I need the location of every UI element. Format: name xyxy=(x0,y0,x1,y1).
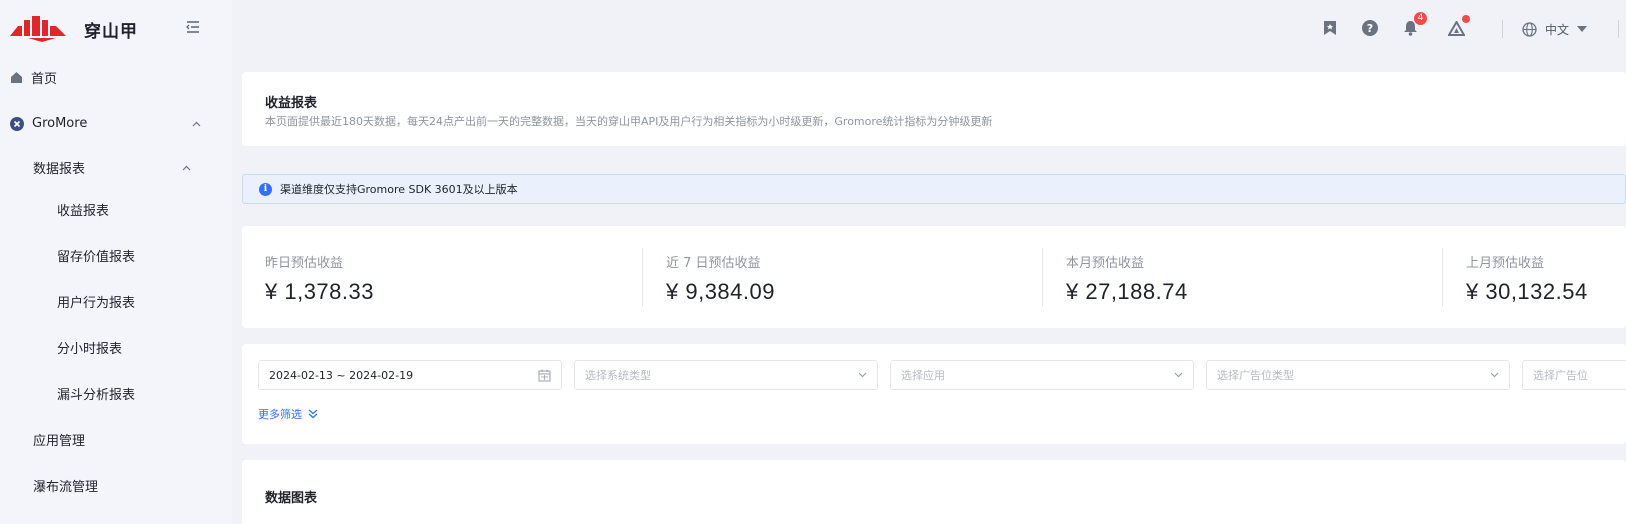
stat-divider xyxy=(1042,248,1043,306)
chart-section-card: 数据图表 xyxy=(242,460,1626,524)
sidebar-item-label: 收益报表 xyxy=(57,204,110,219)
svg-text:?: ? xyxy=(1367,22,1373,35)
stat-last-month: 上月预估收益 ¥ 30,132.54 xyxy=(1466,252,1588,305)
app-select[interactable] xyxy=(890,360,1194,390)
help-button[interactable]: ? xyxy=(1360,18,1380,38)
more-filters-label: 更多筛选 xyxy=(258,408,302,421)
stat-this-month: 本月预估收益 ¥ 27,188.74 xyxy=(1066,252,1188,305)
chart-section-title: 数据图表 xyxy=(265,491,318,506)
stat-value: ¥ 27,188.74 xyxy=(1066,279,1188,304)
bookmark-button[interactable] xyxy=(1320,18,1340,38)
sidebar-item-waterfall-management[interactable]: 瀑布流管理 xyxy=(33,476,98,495)
sidebar: 穿山甲 首页 GroMore 数据报表 收益报表 留存价值报表 用户行为报表 分… xyxy=(0,0,232,524)
app-input[interactable] xyxy=(901,368,1183,382)
sidebar-item-retention-report[interactable]: 留存价值报表 xyxy=(57,246,135,265)
stat-value: ¥ 9,384.09 xyxy=(666,279,775,304)
chevron-up-icon xyxy=(182,165,191,170)
sidebar-item-label: 数据报表 xyxy=(33,162,86,177)
brand-name: 穿山甲 xyxy=(84,21,138,42)
alert-text: 渠道维度仅支持Gromore SDK 3601及以上版本 xyxy=(280,183,518,196)
language-selector[interactable]: 中文 xyxy=(1522,18,1588,40)
gromore-icon xyxy=(10,116,24,131)
chevron-down-icon xyxy=(1174,372,1183,378)
chevron-down-icon xyxy=(858,372,867,378)
stat-yesterday: 昨日预估收益 ¥ 1,378.33 xyxy=(265,252,374,305)
sidebar-item-hourly-report[interactable]: 分小时报表 xyxy=(57,338,122,357)
stat-label: 昨日预估收益 xyxy=(265,256,344,271)
sidebar-item-label: 用户行为报表 xyxy=(57,296,136,311)
brand-logo[interactable]: 穿山甲 xyxy=(10,14,138,44)
caret-down-icon xyxy=(1577,26,1588,32)
ad-slot-select[interactable] xyxy=(1522,360,1626,390)
sidebar-item-label: 应用管理 xyxy=(33,434,86,449)
stat-divider xyxy=(1442,248,1443,306)
chevron-up-icon xyxy=(192,121,201,126)
notification-button[interactable]: 4 xyxy=(1400,12,1427,38)
sidebar-item-funnel-report[interactable]: 漏斗分析报表 xyxy=(57,384,135,403)
header-divider xyxy=(1502,20,1503,38)
ad-slot-input[interactable] xyxy=(1533,368,1616,382)
sidebar-item-user-behavior-report[interactable]: 用户行为报表 xyxy=(57,292,135,311)
triangle-logo-icon xyxy=(1447,20,1465,36)
double-chevron-down-icon xyxy=(308,409,318,419)
sidebar-item-app-management[interactable]: 应用管理 xyxy=(33,430,85,449)
stat-value: ¥ 30,132.54 xyxy=(1466,279,1588,304)
system-type-select[interactable] xyxy=(574,360,878,390)
sidebar-item-label: 瀑布流管理 xyxy=(33,480,99,495)
ad-slot-type-select[interactable] xyxy=(1206,360,1510,390)
stat-label: 本月预估收益 xyxy=(1066,256,1145,271)
help-icon: ? xyxy=(1362,20,1378,36)
filter-card: 2024-02-13 ~ 2024-02-19 更多筛选 xyxy=(242,344,1626,444)
sidebar-item-gromore[interactable]: GroMore xyxy=(10,116,210,131)
app-switch-button[interactable] xyxy=(1446,15,1470,38)
date-range-value: 2024-02-13 ~ 2024-02-19 xyxy=(269,368,414,382)
chevron-down-icon xyxy=(1490,372,1499,378)
home-icon xyxy=(11,72,22,83)
stat-last-7-days: 近 7 日预估收益 ¥ 9,384.09 xyxy=(666,252,775,305)
alert-dot xyxy=(1462,15,1470,23)
stat-label: 上月预估收益 xyxy=(1466,256,1545,271)
notification-count-badge: 4 xyxy=(1414,12,1427,25)
stat-label: 近 7 日预估收益 xyxy=(666,256,761,271)
sidebar-item-label: 漏斗分析报表 xyxy=(57,388,136,403)
sidebar-item-data-reports[interactable]: 数据报表 xyxy=(33,158,210,177)
calendar-icon xyxy=(538,369,551,382)
sidebar-item-label: 分小时报表 xyxy=(57,342,123,357)
language-label: 中文 xyxy=(1545,22,1570,37)
sidebar-item-label: 留存价值报表 xyxy=(57,250,136,265)
page-title: 收益报表 xyxy=(265,96,318,111)
brand-logo-icon xyxy=(10,16,66,42)
info-icon: i xyxy=(259,182,272,196)
stat-divider xyxy=(642,248,643,306)
bookmark-icon xyxy=(1324,21,1336,35)
page-description: 本页面提供最近180天数据，每天24点产出前一天的完整数据，当天的穿山甲API及… xyxy=(265,115,993,128)
stats-card: 昨日预估收益 ¥ 1,378.33 近 7 日预估收益 ¥ 9,384.09 本… xyxy=(242,226,1626,328)
sidebar-item-label: GroMore xyxy=(32,116,88,131)
sidebar-item-label: 首页 xyxy=(31,72,58,87)
sidebar-item-home[interactable]: 首页 xyxy=(10,68,57,87)
header-divider xyxy=(1618,20,1619,38)
page-header-card: 收益报表 本页面提供最近180天数据，每天24点产出前一天的完整数据，当天的穿山… xyxy=(242,72,1626,146)
ad-slot-type-input[interactable] xyxy=(1217,368,1499,382)
sidebar-collapse-button[interactable] xyxy=(184,18,202,36)
info-alert: i 渠道维度仅支持Gromore SDK 3601及以上版本 xyxy=(242,174,1626,204)
globe-icon xyxy=(1522,21,1537,37)
menu-fold-icon xyxy=(186,21,199,33)
date-range-picker[interactable]: 2024-02-13 ~ 2024-02-19 xyxy=(258,360,562,390)
system-type-input[interactable] xyxy=(585,368,867,382)
sidebar-item-revenue-report[interactable]: 收益报表 xyxy=(57,200,109,219)
more-filters-toggle[interactable]: 更多筛选 xyxy=(258,406,318,422)
stat-value: ¥ 1,378.33 xyxy=(265,279,374,304)
